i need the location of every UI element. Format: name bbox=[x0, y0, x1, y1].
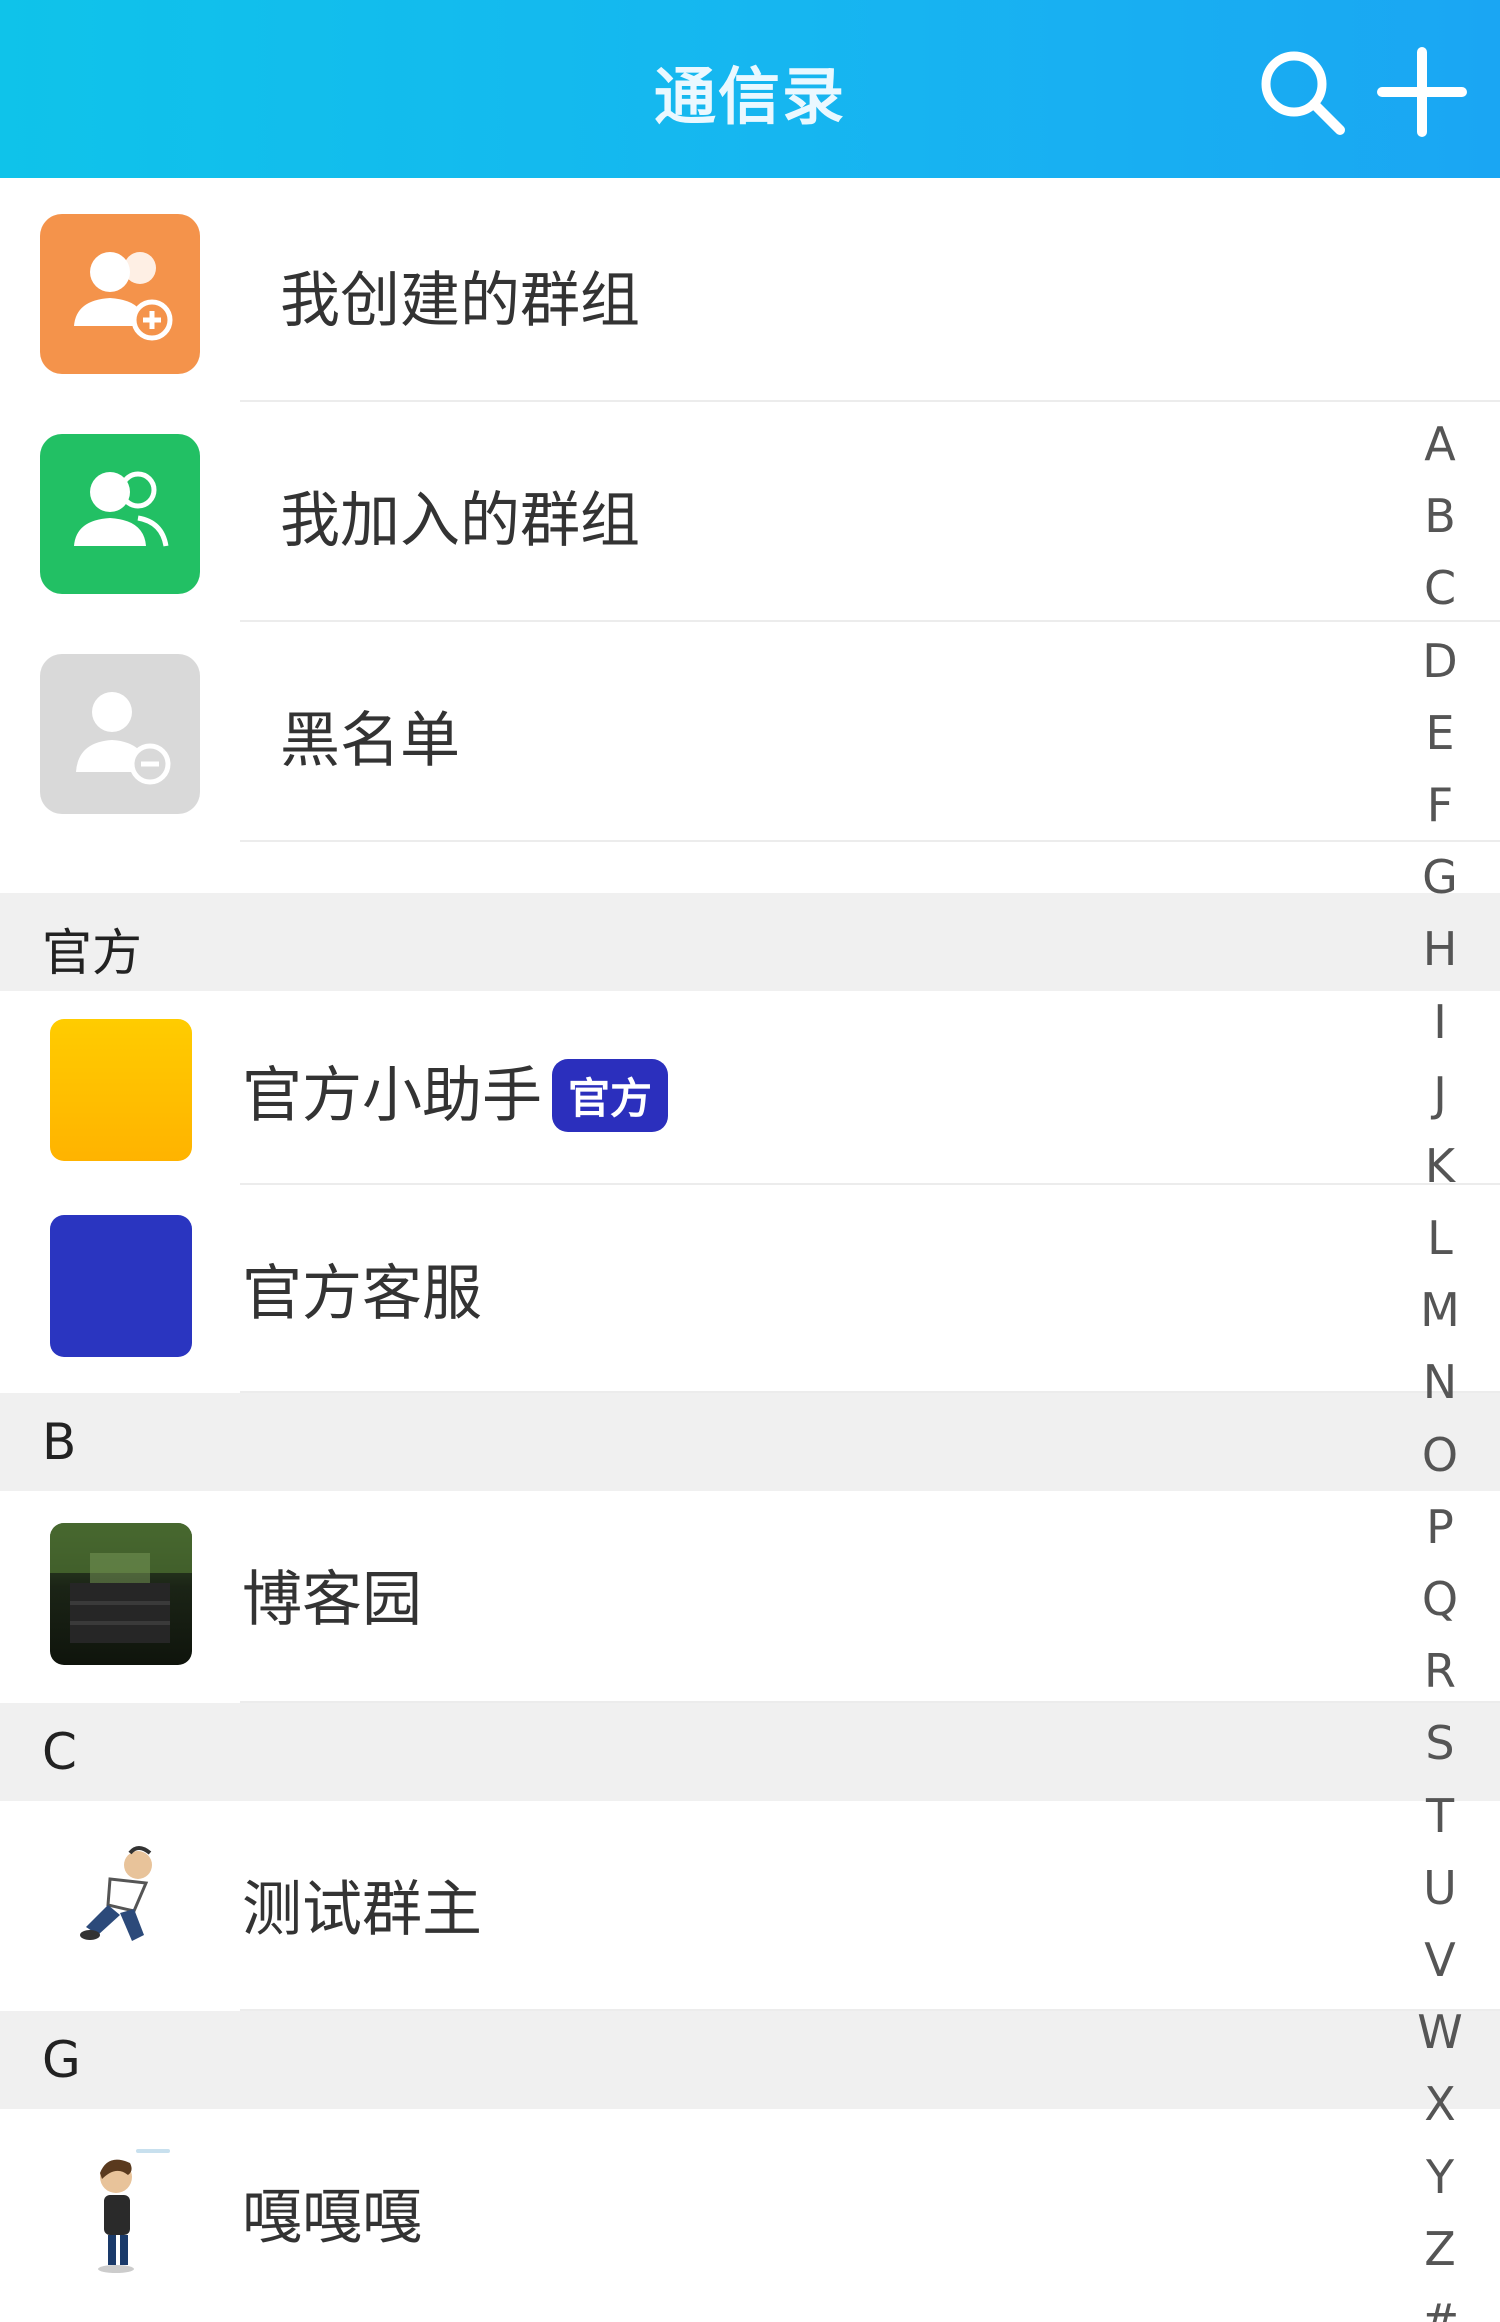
contact-name: 官方客服 bbox=[242, 1259, 482, 1329]
contact-cnblogs[interactable]: 博客园 bbox=[0, 1491, 1500, 1703]
contact-test-owner[interactable]: 测试群主 bbox=[0, 1801, 1500, 2011]
index-letter-u[interactable]: U bbox=[1400, 1852, 1480, 1924]
index-letter-k[interactable]: K bbox=[1400, 1130, 1480, 1202]
index-letter-h[interactable]: H bbox=[1400, 913, 1480, 985]
photo-image bbox=[50, 1523, 192, 1643]
index-letter-b[interactable]: B bbox=[1400, 480, 1480, 552]
contact-official-support[interactable]: 官方客服 bbox=[0, 1185, 1500, 1393]
joined-groups-tile bbox=[40, 434, 200, 594]
index-letter-y[interactable]: Y bbox=[1400, 2141, 1480, 2213]
index-letter-m[interactable]: M bbox=[1400, 1274, 1480, 1346]
section-title: B bbox=[42, 1413, 77, 1471]
index-letter-t[interactable]: T bbox=[1400, 1780, 1480, 1852]
index-letter-w[interactable]: W bbox=[1400, 1996, 1480, 2068]
top-bar: 通信录 bbox=[0, 0, 1500, 178]
index-letter-l[interactable]: L bbox=[1400, 1202, 1480, 1274]
avatar bbox=[50, 1215, 192, 1357]
index-letter-z[interactable]: Z bbox=[1400, 2213, 1480, 2285]
index-letter-c[interactable]: C bbox=[1400, 552, 1480, 624]
contact-name: 测试群主 bbox=[242, 1875, 482, 1945]
created-groups-tile bbox=[40, 214, 200, 374]
joined-groups-label: 我加入的群组 bbox=[280, 486, 640, 556]
index-letter-d[interactable]: D bbox=[1400, 625, 1480, 697]
index-letter-a[interactable]: A bbox=[1400, 408, 1480, 480]
index-letter-i[interactable]: I bbox=[1400, 986, 1480, 1058]
row-divider bbox=[240, 840, 1500, 842]
group-icon bbox=[74, 471, 169, 547]
index-letter-o[interactable]: O bbox=[1400, 1419, 1480, 1491]
add-button[interactable] bbox=[1372, 42, 1472, 142]
contact-official-assistant[interactable]: 官方小助手 官方 bbox=[0, 991, 1500, 1185]
index-letter-s[interactable]: S bbox=[1400, 1707, 1480, 1779]
section-title: C bbox=[42, 1723, 77, 1781]
cartoon-avatar-image bbox=[98, 2149, 170, 2273]
group-add-icon bbox=[74, 252, 173, 341]
section-header-g: G bbox=[0, 2011, 1500, 2109]
search-button[interactable] bbox=[1252, 42, 1352, 142]
search-icon bbox=[1261, 51, 1345, 135]
contact-name: 嘎嘎嘎 bbox=[242, 2183, 422, 2253]
contacts-screen: 通信录 我创建的群组 我加入的群组 黑名单 官方 官方小助手 官方 官方客服 B… bbox=[0, 0, 1500, 2322]
avatar bbox=[50, 1831, 192, 1973]
index-letter-e[interactable]: E bbox=[1400, 697, 1480, 769]
index-letter-v[interactable]: V bbox=[1400, 1924, 1480, 1996]
menu-item-blacklist[interactable]: 黑名单 bbox=[0, 622, 1500, 842]
index-letter-f[interactable]: F bbox=[1400, 769, 1480, 841]
index-letter-n[interactable]: N bbox=[1400, 1346, 1480, 1418]
alphabet-index-bar[interactable]: A B C D E F G H I J K L M N O P Q R S T … bbox=[1400, 408, 1480, 2322]
menu-item-created-groups[interactable]: 我创建的群组 bbox=[0, 182, 1500, 402]
contact-gagaga[interactable]: 嘎嘎嘎 bbox=[0, 2109, 1500, 2322]
contact-name: 官方小助手 官方 bbox=[242, 1047, 669, 1136]
menu-item-joined-groups[interactable]: 我加入的群组 bbox=[0, 402, 1500, 622]
index-letter-r[interactable]: R bbox=[1400, 1635, 1480, 1707]
plus-icon bbox=[1377, 47, 1467, 137]
user-remove-icon bbox=[76, 692, 171, 785]
blacklist-tile bbox=[40, 654, 200, 814]
cartoon-avatar-image bbox=[80, 1846, 152, 1941]
index-letter-hash[interactable]: # bbox=[1400, 2285, 1480, 2322]
official-badge: 官方 bbox=[552, 1058, 669, 1132]
section-header-b: B bbox=[0, 1393, 1500, 1491]
avatar bbox=[50, 1523, 192, 1665]
index-letter-g[interactable]: G bbox=[1400, 841, 1480, 913]
avatar bbox=[50, 1019, 192, 1161]
blacklist-label: 黑名单 bbox=[280, 706, 460, 776]
section-title: 官方 bbox=[42, 924, 142, 982]
index-letter-j[interactable]: J bbox=[1400, 1058, 1480, 1130]
created-groups-label: 我创建的群组 bbox=[280, 266, 640, 336]
contact-name: 博客园 bbox=[242, 1565, 422, 1635]
index-letter-q[interactable]: Q bbox=[1400, 1563, 1480, 1635]
avatar bbox=[50, 2141, 192, 2283]
index-letter-x[interactable]: X bbox=[1400, 2068, 1480, 2140]
index-letter-p[interactable]: P bbox=[1400, 1491, 1480, 1563]
section-header-c: C bbox=[0, 1703, 1500, 1801]
section-header-official: 官方 bbox=[0, 893, 1500, 991]
section-title: G bbox=[42, 2031, 81, 2089]
